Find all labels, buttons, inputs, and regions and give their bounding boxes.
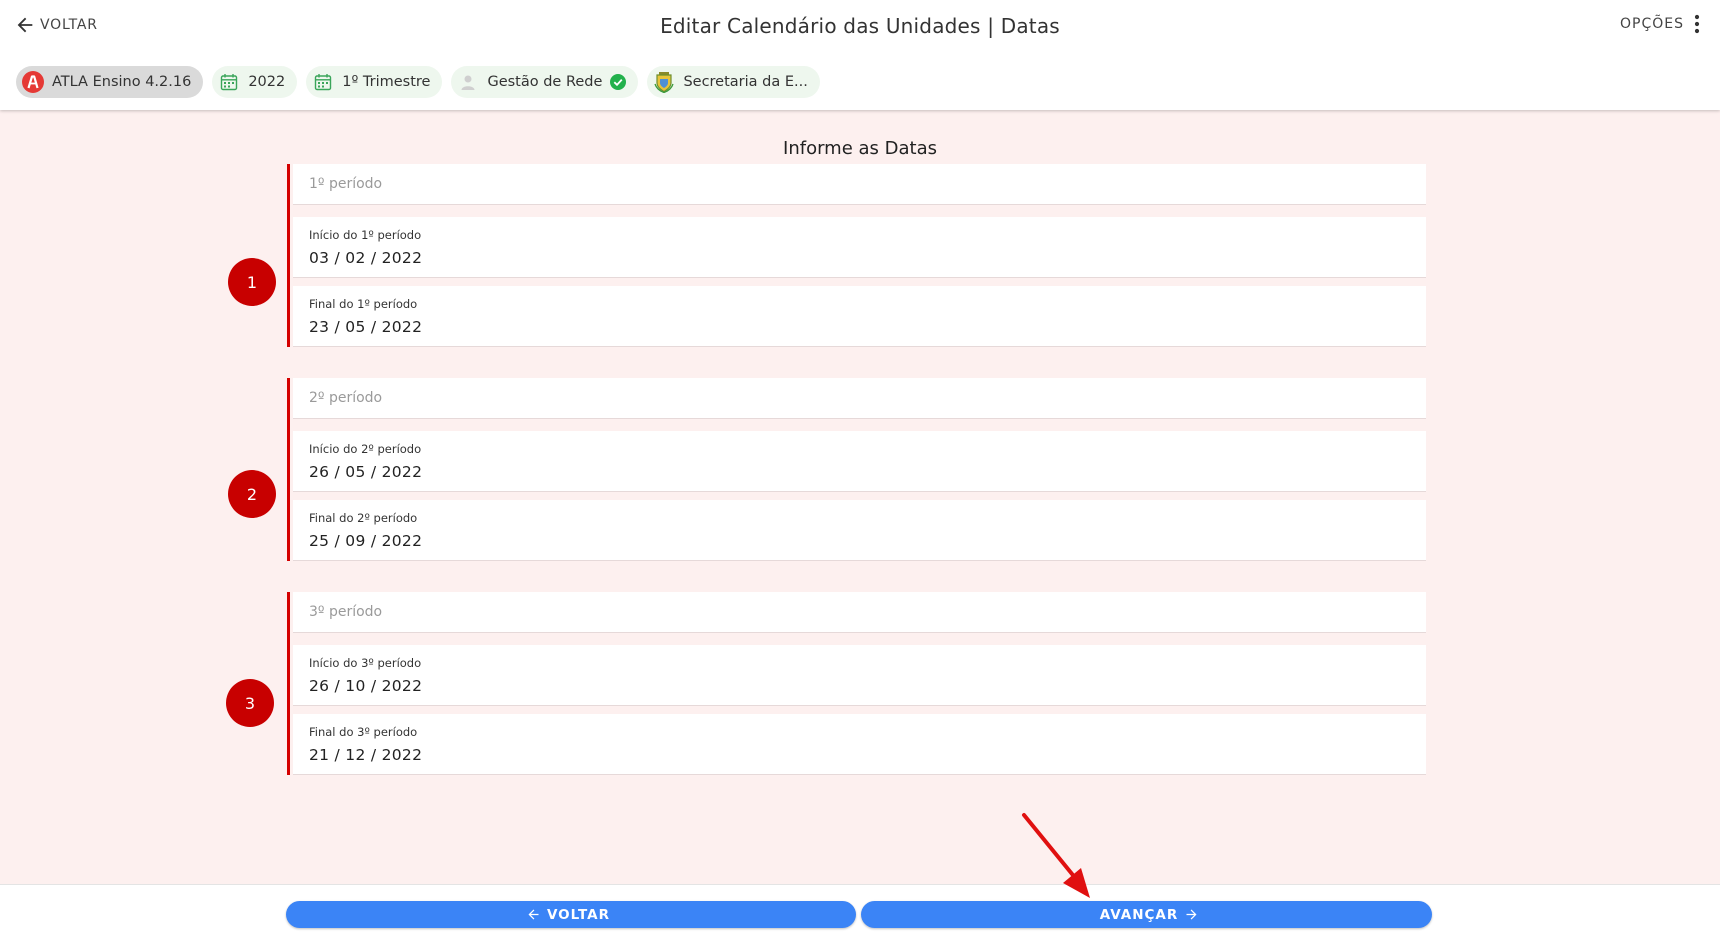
chip-label: 2022 — [248, 74, 286, 90]
person-icon — [455, 69, 481, 95]
section-title: Informe as Datas — [783, 138, 937, 159]
chip-term[interactable]: 1º Trimestre — [306, 66, 443, 98]
more-vertical-icon — [1694, 14, 1700, 34]
start-date-value: 26 / 10 / 2022 — [309, 677, 423, 695]
chip-user-role[interactable]: Gestão de Rede — [451, 66, 639, 98]
step-marker: 3 — [226, 679, 274, 727]
footer-back-button[interactable]: VOLTAR — [286, 901, 856, 928]
end-date-input[interactable]: Final do 1º período 23 / 05 / 2022 — [293, 286, 1426, 347]
atla-logo-icon — [20, 69, 46, 95]
chip-system-version[interactable]: ATLA Ensino 4.2.16 — [16, 66, 204, 98]
period-heading-field: 2º período — [293, 378, 1426, 419]
period-placeholder: 3º período — [309, 604, 383, 620]
end-date-value: 25 / 09 / 2022 — [309, 532, 423, 550]
period-placeholder: 2º período — [309, 390, 383, 406]
start-date-value: 03 / 02 / 2022 — [309, 249, 423, 267]
check-circle-icon — [610, 74, 627, 90]
arrow-left-icon — [528, 909, 539, 920]
period-placeholder: 1º período — [309, 176, 383, 192]
start-date-input[interactable]: Início do 3º período 26 / 10 / 2022 — [293, 645, 1426, 706]
start-date-label: Início do 1º período — [309, 228, 422, 242]
start-date-input[interactable]: Início do 2º período 26 / 05 / 2022 — [293, 431, 1426, 492]
app-header: VOLTAR Editar Calendário das Unidades | … — [0, 0, 1720, 110]
chip-year[interactable]: 2022 — [212, 66, 298, 98]
chip-label: 1º Trimestre — [342, 74, 431, 90]
context-chips: ATLA Ensino 4.2.16 2022 1º Trimestre Ges… — [16, 66, 829, 98]
chip-department[interactable]: Secretaria da E... — [647, 66, 820, 98]
end-date-input[interactable]: Final do 3º período 21 / 12 / 2022 — [293, 714, 1426, 775]
end-date-value: 23 / 05 / 2022 — [309, 318, 423, 336]
footer-next-label: AVANÇAR — [1099, 906, 1179, 923]
main-content: Informe as Datas 1 1º período Início do … — [0, 110, 1720, 884]
chip-label: Secretaria da E... — [683, 74, 808, 90]
arrow-left-icon — [17, 17, 33, 33]
period-heading-field: 3º período — [293, 592, 1426, 633]
page-title: Editar Calendário das Unidades | Datas — [660, 14, 1060, 38]
start-date-value: 26 / 05 / 2022 — [309, 463, 423, 481]
start-date-input[interactable]: Início do 1º período 03 / 02 / 2022 — [293, 217, 1426, 278]
header-back-label: VOLTAR — [40, 17, 98, 33]
step-marker: 2 — [228, 470, 276, 518]
period-group-1: 1º período Início do 1º período 03 / 02 … — [287, 164, 1426, 347]
calendar-icon — [216, 69, 242, 95]
period-group-3: 3º período Início do 3º período 26 / 10 … — [287, 592, 1426, 775]
footer-back-label: VOLTAR — [546, 906, 611, 923]
period-heading-field: 1º período — [293, 164, 1426, 205]
start-date-label: Início do 3º período — [309, 656, 422, 670]
header-back-button[interactable]: VOLTAR — [14, 14, 98, 36]
period-group-2: 2º período Início do 2º período 26 / 05 … — [287, 378, 1426, 561]
chip-label: ATLA Ensino 4.2.16 — [52, 74, 192, 90]
end-date-value: 21 / 12 / 2022 — [309, 746, 423, 764]
footer-next-button[interactable]: AVANÇAR — [861, 901, 1432, 928]
options-menu-button[interactable]: OPÇÕES — [1620, 14, 1700, 34]
start-date-label: Início do 2º período — [309, 442, 422, 456]
end-date-label: Final do 2º período — [309, 511, 418, 525]
step-marker: 1 — [228, 258, 276, 306]
end-date-label: Final do 1º período — [309, 297, 418, 311]
municipal-crest-icon — [651, 69, 677, 95]
arrow-right-icon — [1186, 909, 1197, 920]
calendar-icon — [310, 69, 336, 95]
chip-label: Gestão de Rede — [487, 74, 603, 90]
end-date-label: Final do 3º período — [309, 725, 418, 739]
end-date-input[interactable]: Final do 2º período 25 / 09 / 2022 — [293, 500, 1426, 561]
options-label: OPÇÕES — [1620, 16, 1684, 32]
footer-bar: VOLTAR AVANÇAR — [0, 884, 1720, 938]
